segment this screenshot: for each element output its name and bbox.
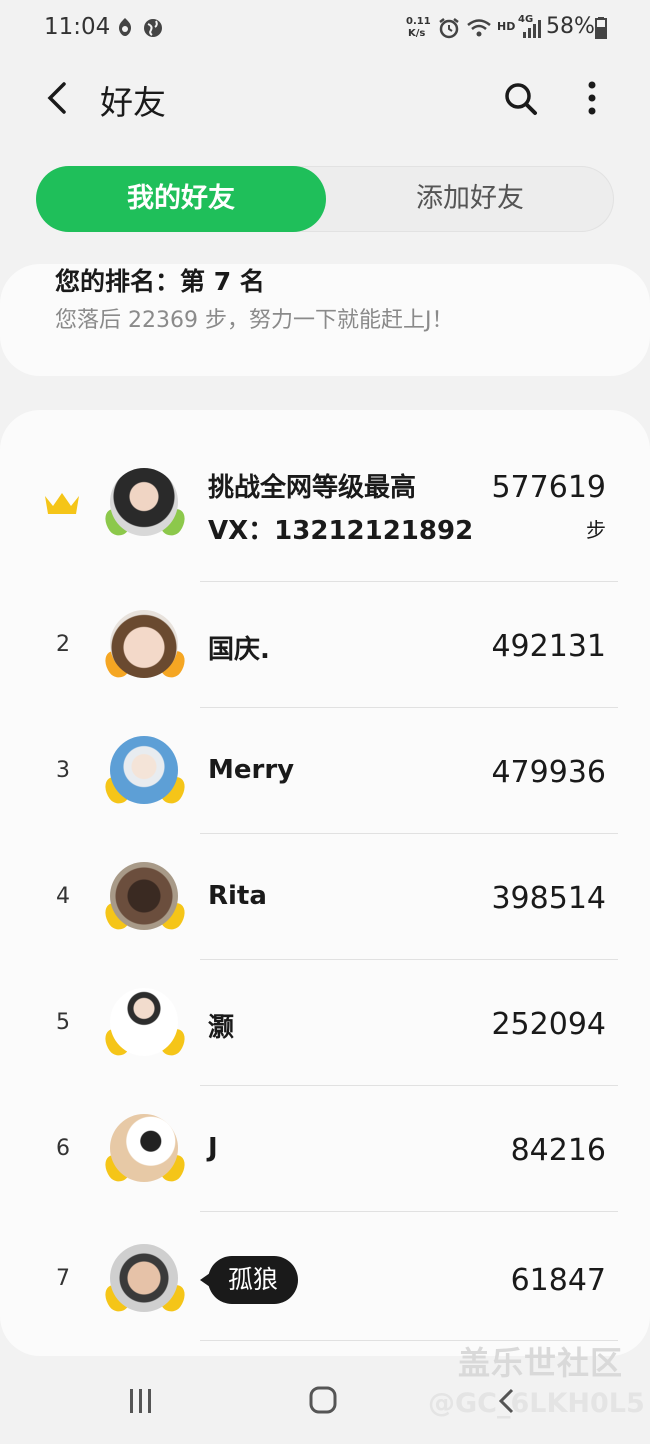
globe-icon bbox=[142, 16, 164, 44]
search-button[interactable] bbox=[498, 76, 542, 120]
recent-apps-icon bbox=[130, 1389, 151, 1413]
avatar[interactable] bbox=[99, 736, 191, 820]
hd-label: HD bbox=[497, 20, 516, 33]
notification-icon bbox=[114, 16, 136, 44]
search-icon bbox=[505, 83, 537, 115]
my-rank-subtitle: 您落后 22369 步，努力一下就能赶上J！ bbox=[55, 308, 454, 333]
chevron-left-icon bbox=[47, 82, 66, 114]
battery-percent: 58% bbox=[546, 14, 595, 39]
avatar-image bbox=[110, 736, 178, 804]
leaderboard-row-4[interactable]: 4 Rita 398514 bbox=[0, 834, 650, 960]
rank-number: 4 bbox=[56, 884, 70, 909]
avatar[interactable] bbox=[99, 988, 191, 1072]
rank-number: 5 bbox=[56, 1010, 70, 1035]
watermark-title: 盖乐世社区 bbox=[458, 1344, 624, 1382]
wifi-icon bbox=[466, 16, 492, 44]
avatar[interactable] bbox=[99, 862, 191, 946]
step-count: 577619 bbox=[491, 470, 606, 505]
avatar-image bbox=[110, 1114, 178, 1182]
rank-number: 2 bbox=[56, 632, 70, 657]
avatar[interactable] bbox=[99, 610, 191, 694]
avatar-image bbox=[110, 1244, 178, 1312]
battery-icon bbox=[595, 16, 607, 44]
step-count: 84216 bbox=[510, 1133, 606, 1168]
step-count: 492131 bbox=[491, 629, 606, 664]
leaderboard-row-3[interactable]: 3 Merry 479936 bbox=[0, 708, 650, 834]
back-button[interactable] bbox=[38, 76, 78, 120]
friend-name: Merry bbox=[208, 755, 295, 785]
avatar-image bbox=[110, 468, 178, 536]
crown-icon bbox=[42, 490, 82, 522]
avatar-image bbox=[110, 610, 178, 678]
step-count: 398514 bbox=[491, 881, 606, 916]
step-count: 479936 bbox=[491, 755, 606, 790]
net-speed-value: 0.11 bbox=[406, 16, 431, 27]
leaderboard-row-6[interactable]: 6 J 84216 bbox=[0, 1086, 650, 1212]
watermark-handle: @GC_6LKH0L5 bbox=[428, 1388, 645, 1419]
rank-number: 7 bbox=[56, 1266, 70, 1291]
avatar-image bbox=[110, 988, 178, 1056]
rank-number: 6 bbox=[56, 1136, 70, 1161]
more-vertical-icon bbox=[588, 81, 596, 115]
tab-add-friends[interactable]: 添加好友 bbox=[326, 166, 614, 232]
avatar[interactable] bbox=[99, 1244, 191, 1328]
friend-name: 国庆. bbox=[208, 635, 270, 665]
signal-icon bbox=[519, 16, 541, 44]
tab-my-friends[interactable]: 我的好友 bbox=[36, 166, 326, 232]
friend-name: J bbox=[208, 1133, 218, 1163]
leaderboard-row-1[interactable]: 挑战全网等级最高 VX：13212121892 577619 步 bbox=[0, 440, 650, 566]
home-icon bbox=[309, 1386, 337, 1414]
net-speed-unit: K/s bbox=[408, 28, 426, 39]
friend-name: Rita bbox=[208, 881, 267, 911]
friend-name: 挑战全网等级最高 bbox=[208, 473, 417, 503]
tab-bar: 我的好友 添加好友 bbox=[36, 166, 614, 232]
page-title: 好友 bbox=[100, 83, 166, 122]
more-options-button[interactable] bbox=[574, 76, 610, 120]
avatar-image bbox=[110, 862, 178, 930]
status-time: 11:04 bbox=[44, 14, 111, 40]
step-count: 61847 bbox=[510, 1263, 606, 1298]
home-button[interactable] bbox=[307, 1384, 339, 1420]
leaderboard-row-2[interactable]: 2 国庆. 492131 bbox=[0, 582, 650, 708]
status-bar: 11:04 0.11 K/s HD 4G 58% bbox=[0, 0, 650, 62]
current-user-name-bubble: 孤狼 bbox=[199, 1256, 299, 1304]
friend-name: 灏 bbox=[208, 1013, 235, 1043]
leaderboard-row-5[interactable]: 5 灏 252094 bbox=[0, 960, 650, 1086]
alarm-icon bbox=[437, 16, 461, 44]
leaderboard-row-7[interactable]: 7 61847 bbox=[0, 1212, 650, 1338]
step-count: 252094 bbox=[491, 1007, 606, 1042]
avatar[interactable] bbox=[99, 468, 191, 552]
rank-number: 3 bbox=[56, 758, 70, 783]
recent-apps-button[interactable] bbox=[126, 1386, 156, 1420]
friend-name-line2: VX：13212121892 bbox=[208, 516, 474, 546]
my-rank-title: 您的排名：第 7 名 bbox=[55, 267, 265, 296]
step-unit: 步 bbox=[586, 518, 606, 542]
avatar[interactable] bbox=[99, 1114, 191, 1198]
